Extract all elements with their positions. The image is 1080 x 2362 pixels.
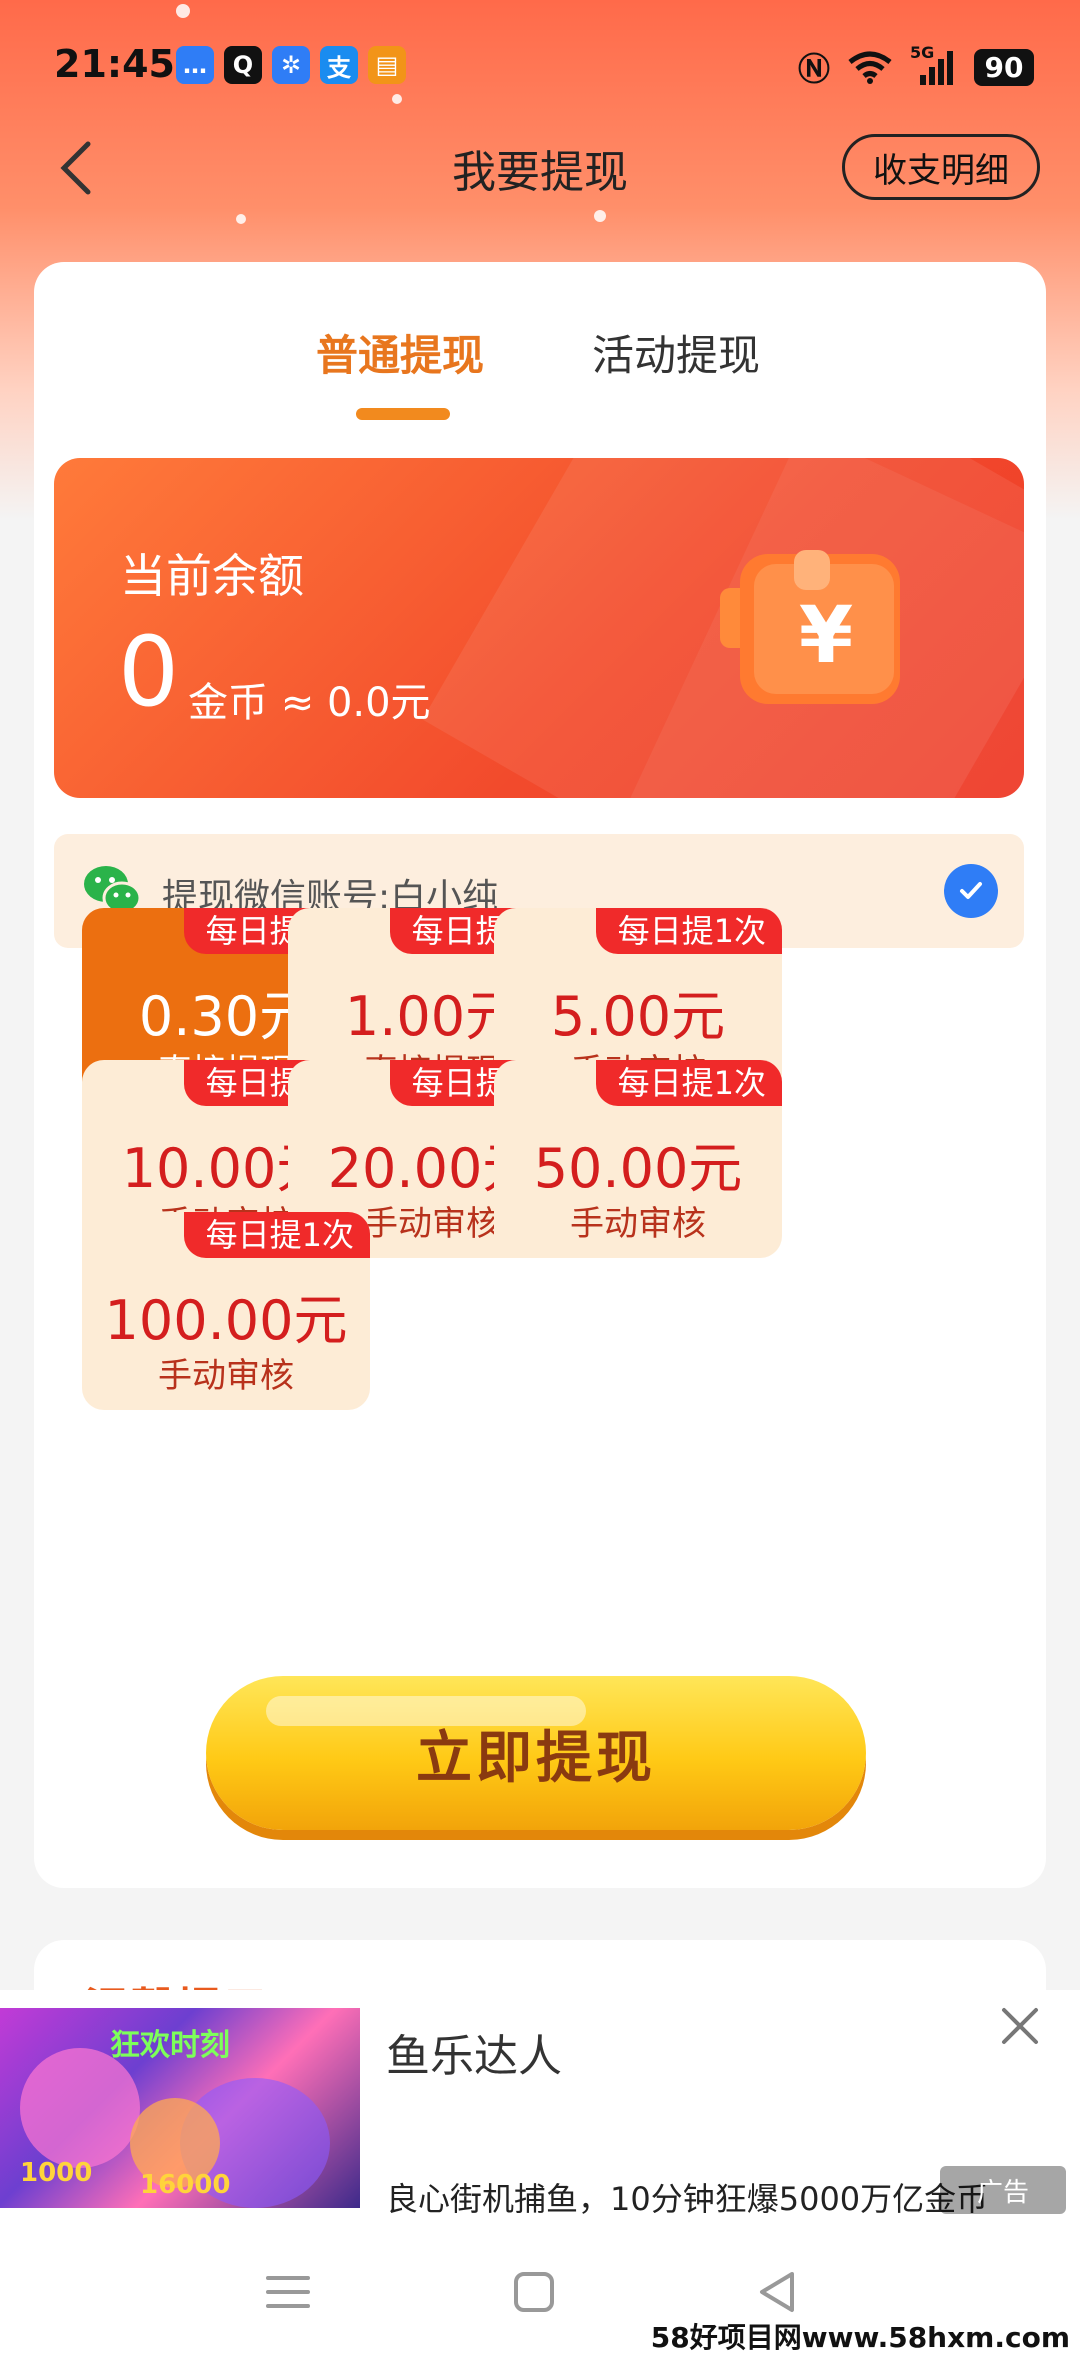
home-square-icon[interactable] [504,2262,564,2322]
cellular-signal-icon: 5G [910,43,956,85]
wifi-icon [848,51,892,84]
message-icon: … [176,46,214,84]
nfc-icon: Ⓝ [797,50,830,88]
daily-limit-badge: 每日提1次 [183,1212,370,1258]
alipay-icon: 支 [320,46,358,84]
daily-limit-badge: 每日提1次 [595,1060,782,1106]
watermark-text: 58好项目网www.58hxm.com [650,2321,1070,2354]
balance-panel: 当前余额 0 金币 ≈ 0.0元 ¥ [54,458,1024,798]
checkmark-icon[interactable] [944,864,998,918]
battery-indicator: 90 [974,48,1034,86]
book-app-icon: ▤ [368,46,406,84]
svg-text:¥: ¥ [799,591,853,681]
daily-limit-badge: 每日提1次 [595,908,782,954]
amount-option[interactable]: 每日提1次 50.00元 手动审核 [494,1060,782,1258]
pinwheel-app-icon: ✲ [272,46,310,84]
system-navigation-bar: 58好项目网www.58hxm.com [0,2222,1080,2362]
decor-dot [236,214,246,224]
option-amount: 100.00元 [104,1289,348,1352]
income-records-button[interactable]: 收支明细 [842,134,1040,200]
button-highlight [266,1696,586,1726]
status-indicators: Ⓝ 5G 90 [797,43,1034,90]
wallet-icon: ¥ [720,550,900,704]
withdraw-tabs: 普通提现 活动提现 [34,322,1046,402]
balance-conversion: 金币 ≈ 0.0元 [188,680,431,726]
thumb-number: 1000 [20,2158,93,2188]
app-header: 我要提现 收支明细 [0,130,1080,210]
ad-description[interactable]: 良心街机捕鱼，10分钟狂爆5000万亿金币 [386,2174,988,2220]
notification-icons: … Q ✲ 支 ▤ [176,46,406,84]
option-mode: 手动审核 [158,1356,294,1396]
thumb-number: 16000 [140,2170,231,2200]
decor-dot [594,210,606,222]
qq-icon: Q [224,46,262,84]
ad-tag: 广告 [940,2166,1066,2214]
menu-icon[interactable] [258,2262,318,2322]
status-bar: 21:45 … Q ✲ 支 ▤ Ⓝ 5G 90 [0,0,1080,130]
option-mode: 手动审核 [570,1204,706,1244]
option-amount: 50.00元 [533,1137,743,1200]
ad-title[interactable]: 鱼乐达人 [386,2020,562,2084]
balance-label: 当前余额 [120,549,304,603]
ad-banner[interactable]: 狂欢时刻 1000 16000 鱼乐达人 良心街机捕鱼，10分钟狂爆5000万亿… [0,1990,1080,2222]
thumb-blob [20,2048,140,2168]
balance-coins: 0 [118,616,180,728]
close-icon[interactable] [994,2000,1046,2052]
ad-thumbnail[interactable]: 狂欢时刻 1000 16000 [0,2008,360,2208]
tab-activity-withdraw[interactable]: 活动提现 [592,322,760,383]
thumb-title: 狂欢时刻 [110,2028,230,2063]
withdraw-card: 普通提现 活动提现 当前余额 0 金币 ≈ 0.0元 ¥ 提现微信账号:白小纯 [34,262,1046,1888]
tab-normal-withdraw[interactable]: 普通提现 [316,322,484,383]
option-amount: 5.00元 [550,985,726,1048]
amount-option[interactable]: 每日提1次 100.00元 手动审核 [82,1212,370,1410]
active-tab-indicator [356,408,450,420]
status-time: 21:45 [54,42,175,86]
back-triangle-icon[interactable] [748,2262,808,2322]
withdraw-now-button[interactable]: 立即提现 [206,1676,866,1830]
